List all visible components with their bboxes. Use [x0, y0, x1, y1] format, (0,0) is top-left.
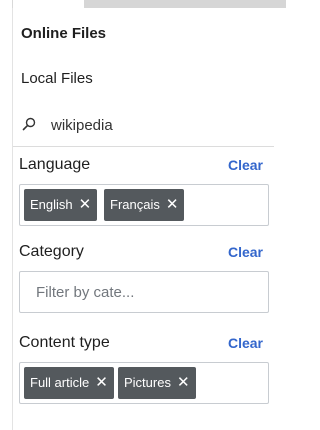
content-type-title: Content type	[19, 334, 110, 351]
background-toolbar	[84, 0, 286, 8]
language-field[interactable]: English ✕ Français ✕	[19, 184, 269, 226]
language-clear-button[interactable]: Clear	[228, 157, 263, 173]
chip-label: Full article	[30, 375, 90, 390]
scrollbar[interactable]	[274, 8, 286, 430]
content-type-chip[interactable]: Full article ✕	[24, 367, 114, 399]
search-icon	[22, 117, 36, 131]
chip-remove-icon[interactable]: ✕	[95, 374, 108, 391]
category-title: Category	[19, 243, 84, 260]
nav-local-files[interactable]: Local Files	[21, 70, 93, 87]
chip-remove-icon[interactable]: ✕	[166, 196, 179, 213]
category-filter-input[interactable]	[36, 281, 256, 303]
search-bar	[13, 104, 275, 147]
filter-panel: Online Files Local Files Language Clear …	[12, 8, 276, 430]
language-chip[interactable]: Français ✕	[104, 189, 185, 221]
content-type-field[interactable]: Full article ✕ Pictures ✕	[19, 362, 269, 404]
search-input[interactable]	[51, 114, 251, 136]
chip-remove-icon[interactable]: ✕	[177, 374, 190, 391]
category-field	[19, 271, 269, 313]
content-type-clear-button[interactable]: Clear	[228, 335, 263, 351]
category-clear-button[interactable]: Clear	[228, 244, 263, 260]
chip-remove-icon[interactable]: ✕	[79, 196, 92, 213]
language-title: Language	[19, 156, 91, 173]
language-chip[interactable]: English ✕	[24, 189, 98, 221]
chip-label: Français	[110, 197, 160, 212]
content-type-chip[interactable]: Pictures ✕	[118, 367, 196, 399]
chip-label: English	[30, 197, 73, 212]
chip-label: Pictures	[124, 375, 171, 390]
nav-online-files[interactable]: Online Files	[21, 25, 106, 42]
